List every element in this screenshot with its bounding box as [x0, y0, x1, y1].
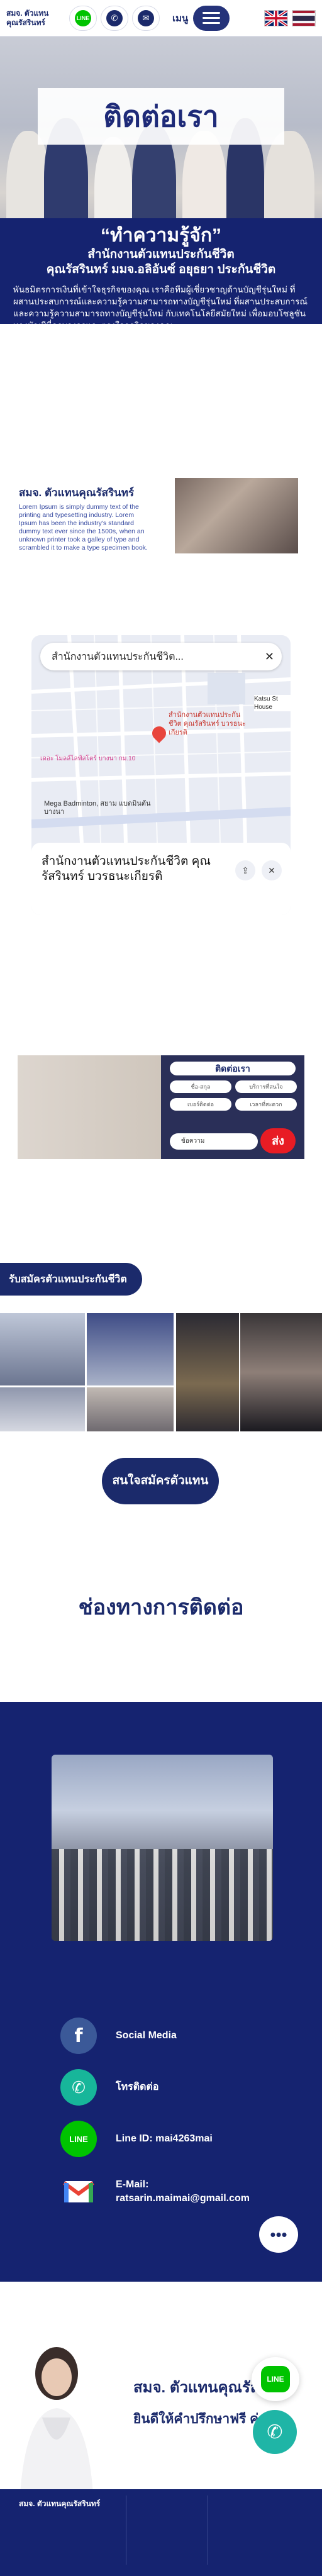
channel-line[interactable]: LINE Line ID: mai4263mai [60, 2121, 213, 2157]
line-icon: LINE [75, 9, 91, 26]
send-button[interactable]: ส่ง [260, 1128, 296, 1153]
phone-icon: ✆ [60, 2069, 97, 2106]
share-icon[interactable]: ⇪ [235, 860, 255, 880]
gallery-photo [87, 1387, 174, 1431]
intro-office-title: สำนักงานตัวแทนประกันชีวิต [87, 248, 235, 261]
map-poi-mall[interactable]: เดอะ โมลล์ไลฟ์สโตร์ บางนา กม.10 [40, 755, 147, 763]
name-field[interactable]: ชื่อ-สกุล [170, 1080, 231, 1093]
map-place-card[interactable]: สำนักงานตัวแทนประกันชีวิต คุณรัสรินทร์ บ… [31, 843, 291, 915]
map-pin-label[interactable]: สำนักงานตัวแทนประกันชีวิต คุณรัสรินทร์ บ… [169, 711, 250, 737]
service-field[interactable]: บริการที่สนใจ [235, 1080, 297, 1093]
channel-social-label: Social Media [116, 2030, 177, 2041]
promo-subtitle: ยินดีให้คำปรึกษาฟรี ค่ะ [133, 2412, 266, 2426]
embedded-map[interactable]: สำนักงานตัวแทนประกันชีวิต... ✕ Katsu St … [31, 635, 291, 915]
recruit-heading: รับสมัครตัวแทนประกันชีวิต [0, 1263, 142, 1296]
close-card-icon[interactable]: ✕ [262, 860, 282, 880]
gallery-award-photo [176, 1313, 239, 1431]
message-field[interactable]: ข้อความ [170, 1133, 258, 1150]
uk-flag-icon[interactable] [264, 9, 288, 26]
line-icon: LINE [261, 2366, 290, 2392]
phone-button[interactable]: ✆ [101, 5, 128, 31]
line-icon: LINE [60, 2121, 97, 2157]
gallery-photo [0, 1313, 85, 1385]
gallery-photo [87, 1313, 174, 1385]
apply-agent-button[interactable]: สนใจสมัครตัวแทน [102, 1458, 219, 1504]
contact-form-heading: ติดต่อเรา [170, 1062, 296, 1075]
close-icon[interactable]: ✕ [265, 650, 274, 663]
channel-social[interactable]: f Social Media [60, 2018, 177, 2054]
phone-icon: ✆ [267, 2421, 283, 2443]
hamburger-menu-button[interactable] [193, 5, 230, 31]
channel-phone[interactable]: ✆ โทรติดต่อ [60, 2069, 159, 2106]
gmail-icon [60, 2174, 97, 2210]
gallery-agent-photo [240, 1313, 322, 1431]
map-poi-katsu[interactable]: Katsu St House [254, 695, 291, 711]
email-button[interactable]: ✉ [132, 5, 160, 31]
recruit-gallery [0, 1313, 322, 1433]
line-contact-button[interactable]: LINE [252, 2357, 299, 2401]
channel-line-label: Line ID: mai4263mai [116, 2133, 213, 2144]
footer-brand: สมจ. ตัวแทนคุณรัสรินทร์ [19, 2499, 101, 2508]
intro-paragraph: พันธมิตรการเงินที่เข้าใจธุรกิจของคุณ เรา… [13, 285, 308, 330]
intro-quote: “ทำความรู้จัก” [100, 225, 221, 246]
time-field[interactable]: เวลาที่สะดวก [235, 1098, 297, 1111]
agent-portrait [20, 2347, 93, 2493]
site-header: สมจ. ตัวแทน คุณรัสรินทร์ LINE ✆ ✉ เมนู [0, 0, 322, 36]
channel-email-label: E-Mail: ratsarin.maimai@gmail.com [116, 2179, 250, 2204]
phone-icon: ✆ [106, 9, 123, 26]
map-place-header[interactable]: สำนักงานตัวแทนประกันชีวิต... ✕ [40, 643, 282, 670]
map-poi-badminton[interactable]: Mega Badminton, สยาม แบดมินตัน บางนา [44, 800, 170, 816]
facebook-icon: f [60, 2018, 97, 2054]
contact-form-banner: ติดต่อเรา ชื่อ-สกุล บริการที่สนใจ เบอร์ต… [18, 1055, 304, 1159]
channels-heading: ช่องทางการติดต่อ [78, 1596, 244, 1619]
agency-team-photo [175, 478, 298, 553]
email-icon: ✉ [138, 9, 154, 26]
chat-icon[interactable]: ••• [259, 2216, 298, 2253]
channel-email[interactable]: E-Mail: ratsarin.maimai@gmail.com [60, 2174, 250, 2210]
channel-phone-label: โทรติดต่อ [116, 2082, 159, 2092]
site-footer: สมจ. ตัวแทนคุณรัสรินทร์ [0, 2489, 322, 2576]
intro-section: “ทำความรู้จัก” สำนักงานตัวแทนประกันชีวิต… [0, 218, 322, 330]
phone-contact-button[interactable]: ✆ [253, 2410, 297, 2454]
page-title: ติดต่อเรา [38, 88, 284, 145]
agency-paragraph: Lorem Ipsum is simply dummy text of the … [19, 503, 148, 552]
map-place-title: สำนักงานตัวแทนประกันชีวิต... [52, 651, 184, 662]
thai-flag-icon[interactable] [292, 9, 316, 26]
site-brand[interactable]: สมจ. ตัวแทน คุณรัสรินทร์ [6, 9, 69, 28]
map-card-name: สำนักงานตัวแทนประกันชีวิต คุณรัสรินทร์ บ… [42, 855, 211, 883]
team-photo [52, 1755, 273, 1941]
gallery-photo [0, 1387, 85, 1431]
line-button[interactable]: LINE [69, 5, 97, 31]
phone-field[interactable]: เบอร์ติดต่อ [170, 1098, 231, 1111]
intro-agent-name: คุณรัสรินทร์ มมจ.อลิอันซ์ อยุธยา ประกันช… [46, 263, 276, 276]
menu-label[interactable]: เมนู [172, 11, 188, 26]
agency-heading: สมจ. ตัวแทนคุณรัสรินทร์ [19, 487, 135, 499]
